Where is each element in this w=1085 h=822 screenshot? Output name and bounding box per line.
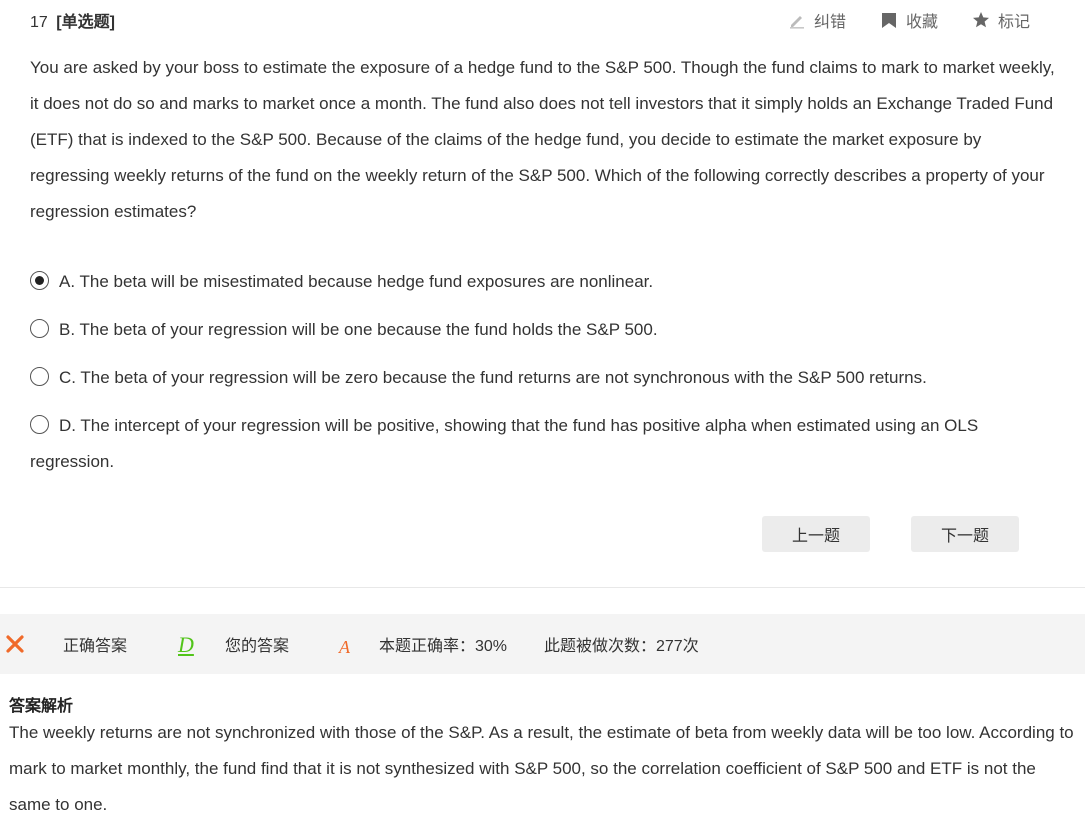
option-b-label: B. The beta of your regression will be o… [59,320,658,339]
report-error-label: 纠错 [813,14,846,31]
question-number: 17 [30,14,48,31]
question-title: 17 [单选题] [30,8,115,32]
answer-options: A. The beta will be misestimated because… [30,264,1060,492]
question-page: 17 [单选题] 纠错 收藏 标记 You are asked by your … [0,0,1085,822]
accuracy-rate: 本题正确率：30% [379,638,508,655]
analysis-title: 答案解析 [9,698,74,715]
option-c-label: C. The beta of your regression will be z… [59,368,927,387]
mark-button[interactable]: 标记 [972,8,1030,32]
option-b-radio[interactable] [30,319,49,338]
option-b[interactable]: B. The beta of your regression will be o… [30,312,1060,348]
star-icon [972,12,989,28]
pencil-icon [789,16,804,29]
correct-answer-label: 正确答案 [63,638,128,655]
mark-label: 标记 [997,14,1030,31]
divider [0,587,1085,588]
my-answer-value: A [339,637,350,657]
option-d[interactable]: D. The intercept of your regression will… [30,408,1060,480]
option-d-radio[interactable] [30,415,49,434]
correct-answer-value: D [178,632,194,657]
option-a[interactable]: A. The beta will be misestimated because… [30,264,1060,300]
next-question-button[interactable]: 下一题 [911,516,1019,552]
question-type: [单选题] [56,14,115,31]
option-c-radio[interactable] [30,367,49,386]
bookmark-icon [881,13,896,28]
result-bar: 正确答案 D 您的答案 A 本题正确率：30% 此题被做次数：277次 [0,614,1085,674]
report-error-button[interactable]: 纠错 [788,8,846,32]
option-a-label: A. The beta will be misestimated because… [59,272,654,291]
attempt-count: 此题被做次数：277次 [544,638,699,655]
question-header: 17 [单选题] 纠错 收藏 标记 [30,7,1030,31]
option-a-radio[interactable] [30,271,49,290]
prev-question-button[interactable]: 上一题 [762,516,870,552]
favorite-button[interactable]: 收藏 [880,8,938,32]
wrong-icon [6,635,24,653]
option-c[interactable]: C. The beta of your regression will be z… [30,360,1060,396]
analysis-text: The weekly returns are not synchronized … [9,723,1074,814]
my-answer-label: 您的答案 [225,638,290,655]
question-text: You are asked by your boss to estimate t… [30,58,1055,221]
option-d-label: D. The intercept of your regression will… [30,416,979,471]
favorite-label: 收藏 [905,14,938,31]
question-tools: 纠错 收藏 标记 [754,8,1030,32]
